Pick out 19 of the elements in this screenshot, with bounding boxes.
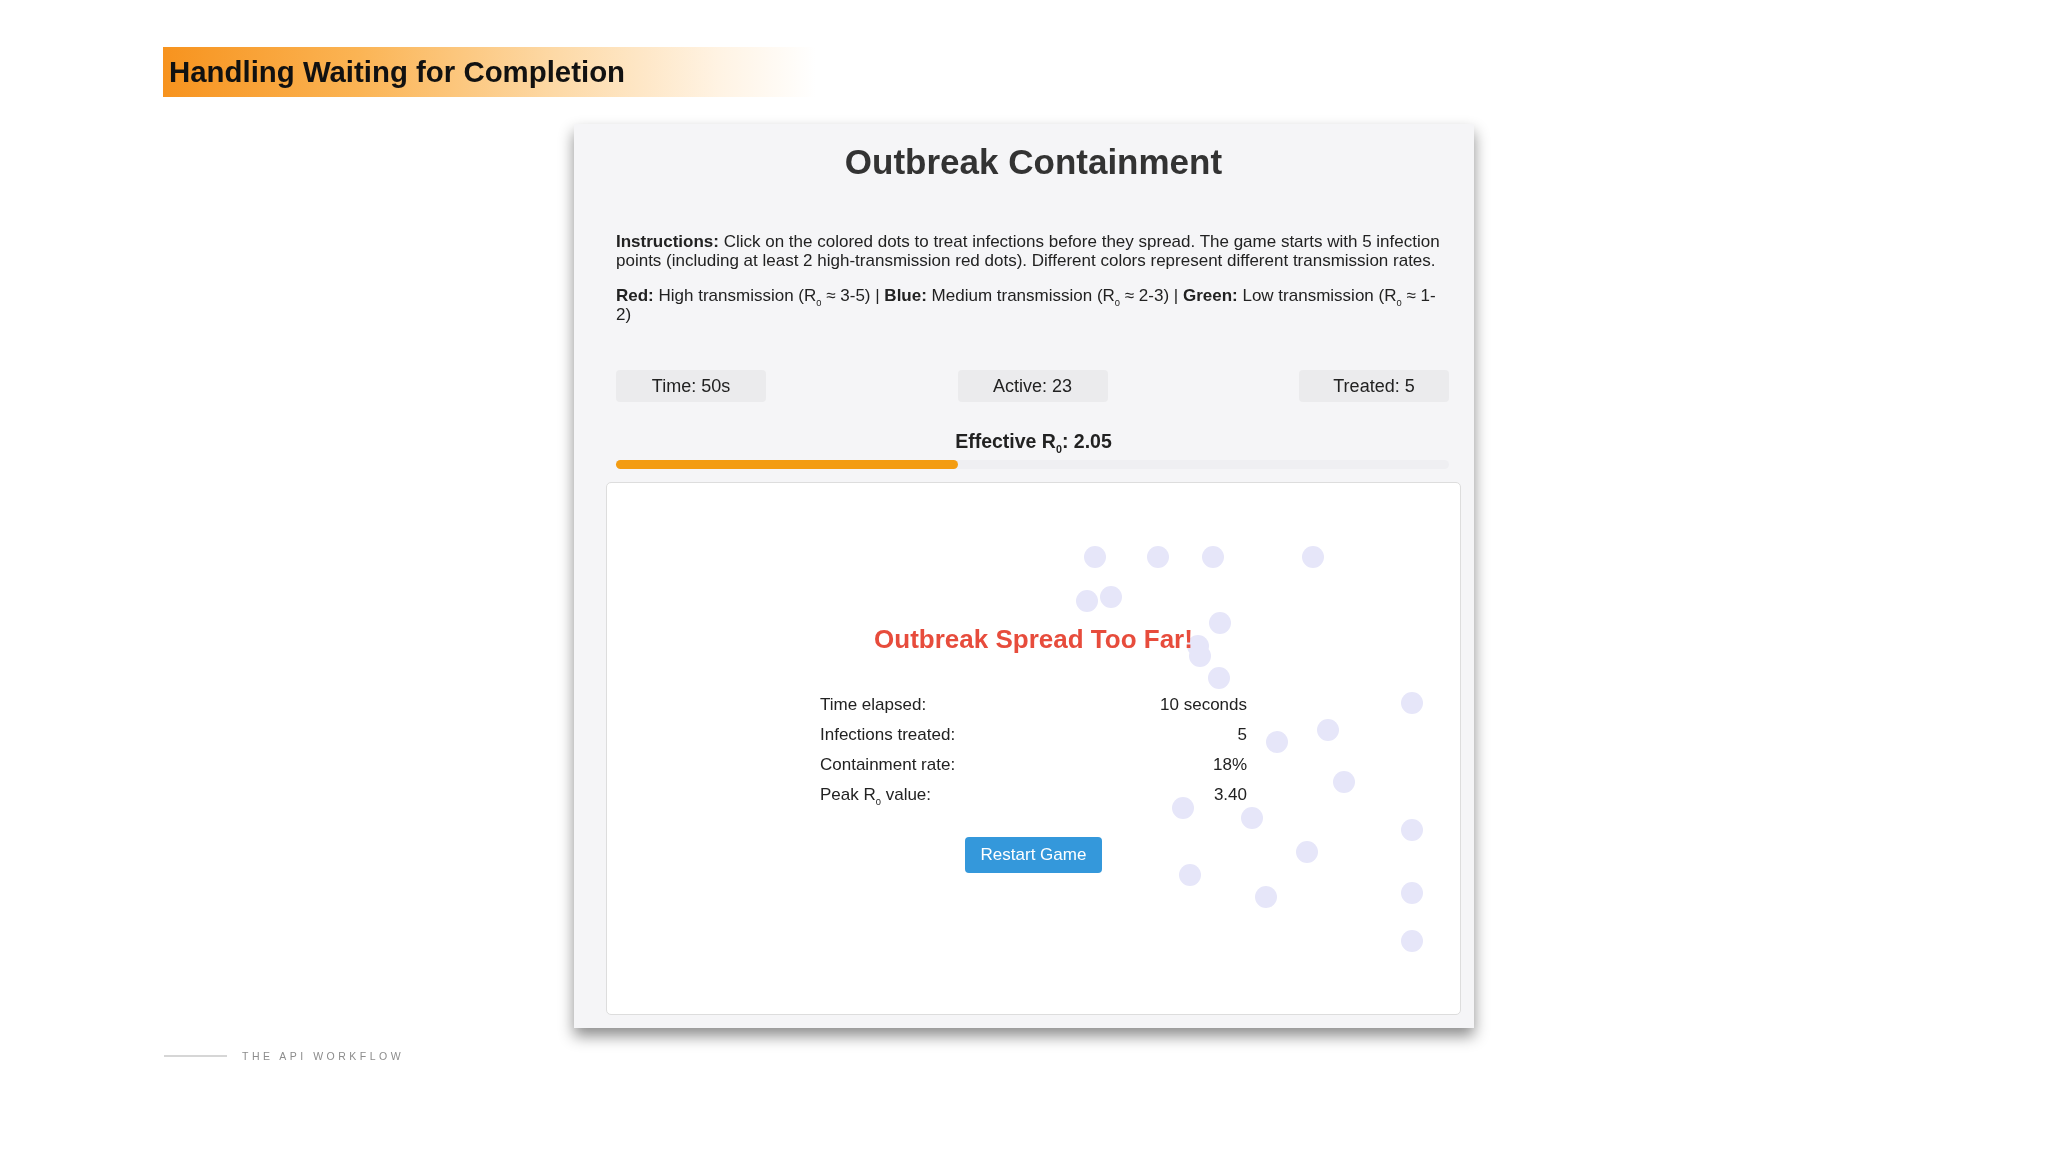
result-value: 10 seconds [1160, 694, 1247, 717]
stat-counter: Treated: 5 [1299, 370, 1449, 402]
stat-counter: Active: 23 [957, 370, 1108, 402]
result-value: 3.40 [1213, 784, 1247, 807]
footer-text: THE API WORKFLOW [242, 1050, 405, 1062]
result-label: Infections treated: [820, 724, 956, 747]
result-title: Outbreak Spread Too Far! [874, 624, 1193, 654]
restart-button[interactable]: Restart Game [964, 837, 1103, 873]
instructions-text: Instructions: Click on the colored dots to treat infections before they spread. The game starts with 5 infection points (including at least 2 high-transmission red dots). Different colors represent different transmission rates. [616, 233, 1441, 270]
result-label: Peak R$_{0}$ value: [820, 784, 932, 808]
result-label: Time elapsed: [820, 694, 927, 717]
stat-counter: Time: 50s [616, 370, 766, 402]
result-value: 5 [1237, 724, 1247, 747]
legend-text: Red: High transmission (R$_{0}$ ≈ 3-5) | Blue: Medium transmission (R$_{0}$ ≈ 2-3) | Green: Low transmission (R$_{0}$ ≈ 1-2) [616, 287, 1437, 324]
result-label: Containment rate: [820, 754, 956, 777]
game-title: Outbreak Containment [844, 142, 1223, 182]
effective-r-label: Effective R$_{0}$: 2.05 [955, 430, 1112, 452]
result-value: 18% [1212, 754, 1247, 777]
slide-title: Handling Waiting for Completion [169, 55, 626, 89]
